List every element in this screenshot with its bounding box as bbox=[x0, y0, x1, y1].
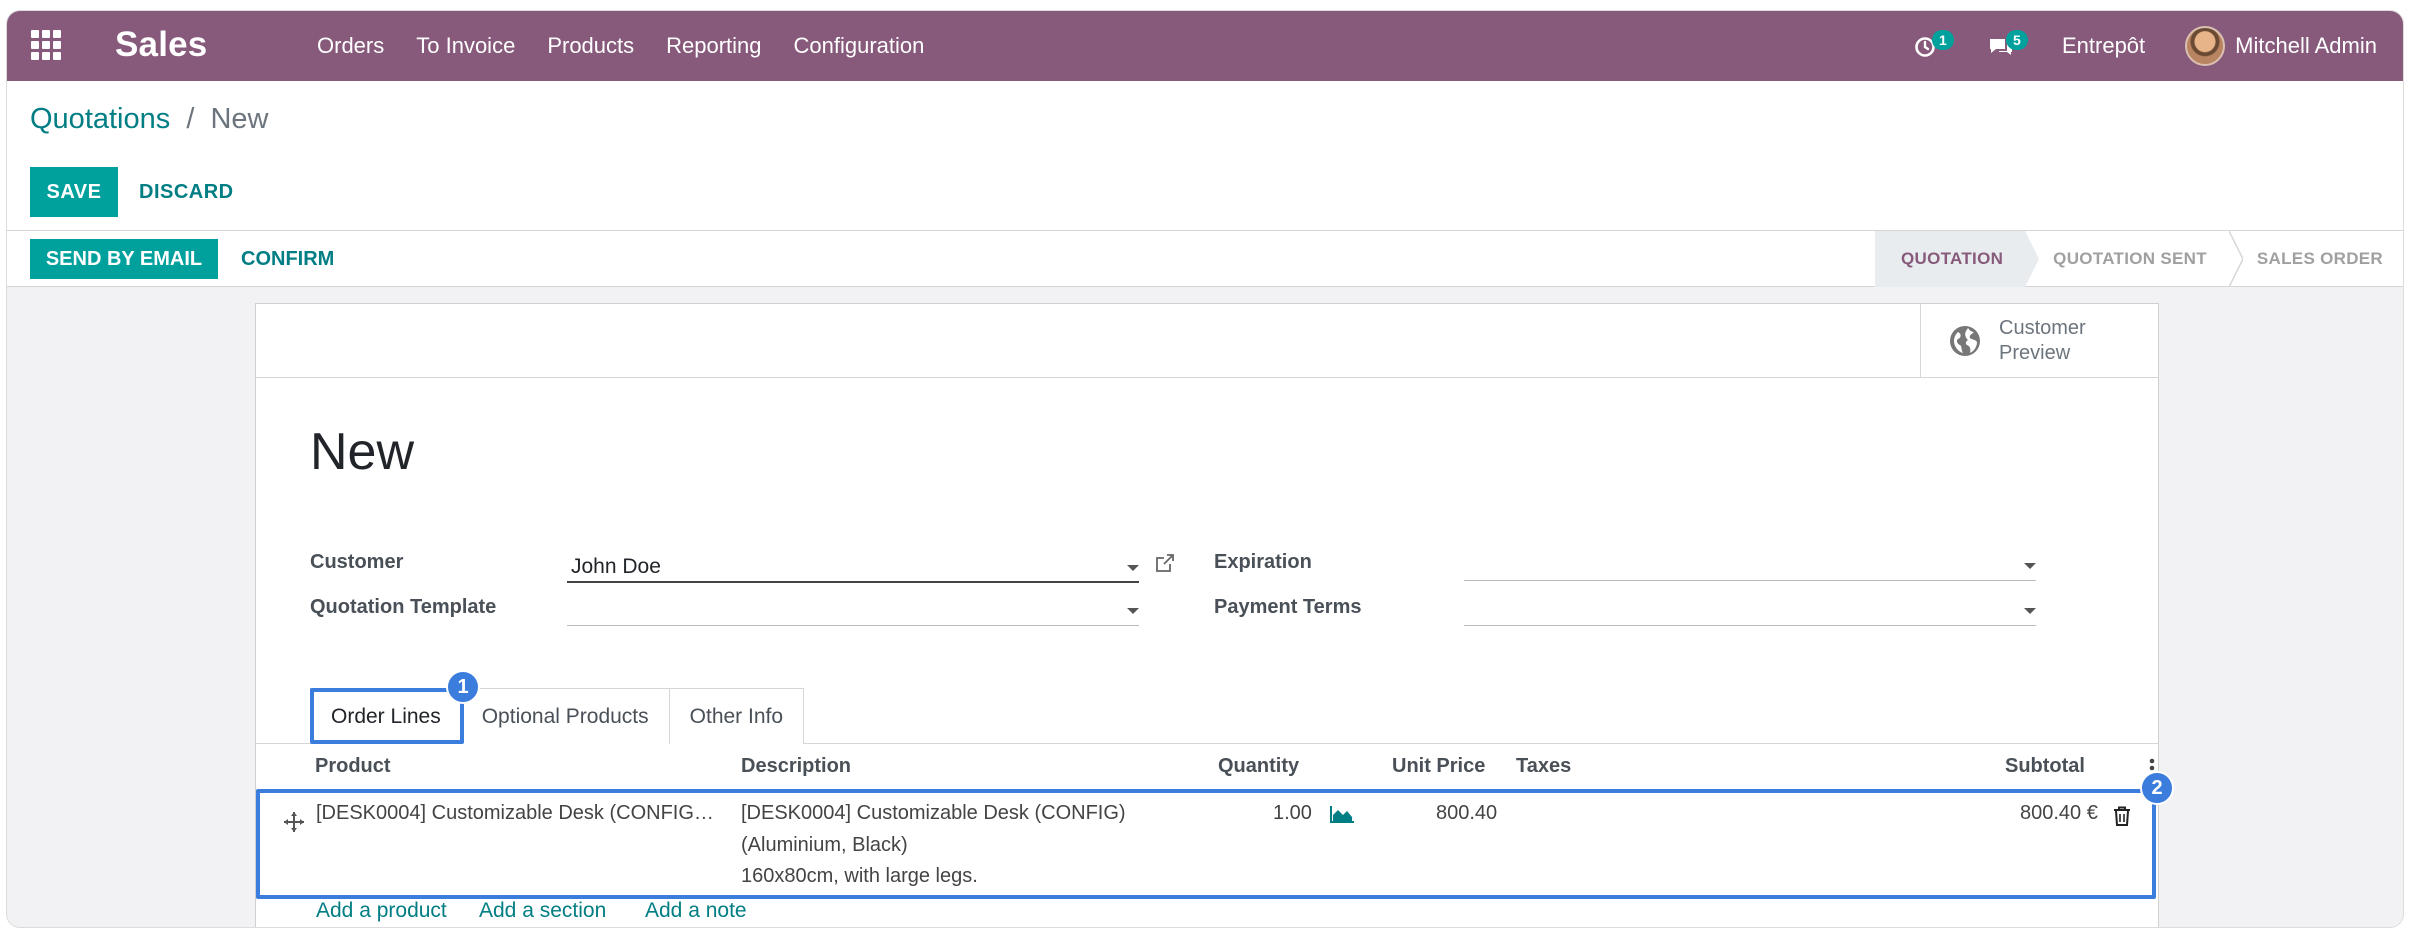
send-by-email-button[interactable]: SEND BY EMAIL bbox=[30, 239, 218, 279]
add-section-link[interactable]: Add a section bbox=[479, 899, 606, 923]
app-menu-icon[interactable] bbox=[31, 30, 61, 60]
add-note-link[interactable]: Add a note bbox=[645, 899, 747, 923]
column-unit-price[interactable]: Unit Price bbox=[1392, 755, 1485, 778]
app-window: Sales Orders To Invoice Products Reporti… bbox=[6, 10, 2404, 928]
expiration-label: Expiration bbox=[1214, 551, 1312, 573]
menu-orders[interactable]: Orders bbox=[301, 33, 400, 59]
payment-terms-field[interactable] bbox=[1464, 594, 2036, 626]
quotation-template-field[interactable] bbox=[567, 594, 1139, 626]
tab-other-info[interactable]: Other Info bbox=[668, 688, 805, 744]
document-title: New bbox=[310, 423, 415, 481]
customer-preview-button[interactable]: Customer Preview bbox=[1920, 304, 2158, 377]
user-avatar[interactable] bbox=[2185, 26, 2226, 66]
confirm-button[interactable]: CONFIRM bbox=[241, 239, 334, 279]
dropdown-caret-icon bbox=[2024, 608, 2036, 614]
breadcrumb-current: New bbox=[210, 103, 269, 135]
control-panel: Quotations / New SAVE DISCARD bbox=[7, 81, 2403, 231]
stage-label: QUOTATION SENT bbox=[2053, 249, 2207, 268]
stage-label: QUOTATION bbox=[1901, 249, 2004, 268]
payment-terms-label: Payment Terms bbox=[1214, 596, 1362, 618]
app-name: Sales bbox=[115, 25, 208, 64]
callout-badge-2: 2 bbox=[2140, 771, 2174, 805]
status-bar: SEND BY EMAIL CONFIRM QUOTATION QUOTATIO… bbox=[7, 231, 2403, 287]
breadcrumb-separator: / bbox=[186, 103, 195, 135]
breadcrumb: Quotations / New bbox=[30, 103, 268, 136]
add-product-link[interactable]: Add a product bbox=[316, 899, 447, 923]
menu-reporting[interactable]: Reporting bbox=[650, 33, 777, 59]
button-box: Customer Preview bbox=[256, 304, 2158, 378]
highlight-order-lines-tab bbox=[310, 688, 464, 744]
expiration-field[interactable] bbox=[1464, 549, 2036, 581]
messages-button[interactable]: 5 bbox=[1984, 26, 2028, 66]
menu-configuration[interactable]: Configuration bbox=[778, 33, 941, 59]
globe-icon bbox=[1950, 325, 1980, 356]
stage-quotation[interactable]: QUOTATION bbox=[1875, 231, 2040, 287]
preview-line-2: Preview bbox=[1999, 341, 2071, 364]
customer-preview-label: Customer Preview bbox=[1999, 316, 2086, 366]
main-menu: Orders To Invoice Products Reporting Con… bbox=[301, 11, 940, 81]
column-quantity[interactable]: Quantity bbox=[1218, 755, 1299, 778]
stage-label: SALES ORDER bbox=[2256, 249, 2383, 268]
customer-value: John Doe bbox=[571, 555, 661, 578]
top-navbar: Sales Orders To Invoice Products Reporti… bbox=[7, 11, 2403, 81]
breadcrumb-quotations[interactable]: Quotations bbox=[30, 103, 170, 135]
order-lines-header: Product Description Quantity Unit Price … bbox=[256, 744, 2158, 788]
stage-pipeline: QUOTATION QUOTATION SENT SALES ORDER bbox=[1875, 231, 2403, 287]
customer-label: Customer bbox=[310, 551, 404, 573]
dropdown-caret-icon bbox=[1127, 565, 1139, 571]
dropdown-caret-icon bbox=[1127, 608, 1139, 614]
column-subtotal[interactable]: Subtotal bbox=[2005, 755, 2085, 778]
form-sheet: Customer Preview New Customer John Doe Q… bbox=[255, 303, 2174, 927]
column-description[interactable]: Description bbox=[741, 755, 851, 778]
customer-field[interactable]: John Doe bbox=[567, 551, 1139, 583]
dropdown-caret-icon bbox=[2024, 563, 2036, 569]
company-switcher[interactable]: Entrepôt bbox=[2062, 33, 2145, 59]
discard-button[interactable]: DISCARD bbox=[139, 167, 234, 217]
activity-badge: 1 bbox=[1931, 30, 1954, 50]
menu-products[interactable]: Products bbox=[531, 33, 650, 59]
preview-line-1: Customer bbox=[1999, 316, 2086, 339]
highlight-order-line bbox=[256, 789, 2156, 899]
systray: 1 5 Entrepôt Mitchell Admin bbox=[1910, 11, 2403, 81]
tab-optional-products[interactable]: Optional Products bbox=[460, 688, 670, 744]
user-menu[interactable]: Mitchell Admin bbox=[2235, 33, 2377, 59]
stage-quotation-sent[interactable]: QUOTATION SENT bbox=[2025, 231, 2243, 287]
activity-button[interactable]: 1 bbox=[1910, 26, 1954, 66]
messages-badge: 5 bbox=[2005, 30, 2028, 50]
column-taxes[interactable]: Taxes bbox=[1516, 755, 1571, 778]
external-link-icon[interactable] bbox=[1154, 552, 1176, 574]
menu-to-invoice[interactable]: To Invoice bbox=[400, 33, 531, 59]
column-product[interactable]: Product bbox=[315, 755, 391, 778]
quotation-template-label: Quotation Template bbox=[310, 596, 497, 618]
save-button[interactable]: SAVE bbox=[30, 167, 118, 217]
callout-badge-1: 1 bbox=[446, 670, 480, 704]
stage-sales-order[interactable]: SALES ORDER bbox=[2229, 231, 2403, 287]
